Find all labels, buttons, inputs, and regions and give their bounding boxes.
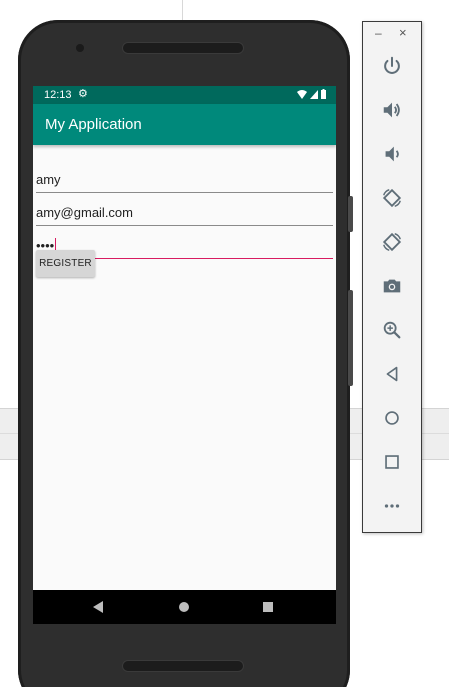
device-screen: 12:13 ⚙ My Application amy amy@gmail.com… [33,86,336,624]
email-field-value: amy@gmail.com [36,205,133,220]
signal-icon [310,89,318,99]
name-field-value: amy [36,172,61,187]
volume-hardware-button[interactable] [348,196,353,232]
toolbar-titlebar: – × [363,22,421,46]
status-time: 12:13 [44,89,72,101]
navigation-bar [33,590,336,624]
wifi-icon [297,89,307,99]
screenshot-root: 12:13 ⚙ My Application amy amy@gmail.com… [0,0,449,687]
zoom-icon[interactable] [377,315,407,345]
nav-home-icon[interactable] [179,602,189,612]
bottom-speaker [122,660,244,672]
nav-recents-icon[interactable] [263,602,273,612]
camera-icon[interactable] [377,271,407,301]
close-button[interactable]: × [399,25,407,40]
email-field[interactable]: amy@gmail.com [36,198,333,226]
rotate-right-icon[interactable] [377,227,407,257]
nav-back-icon[interactable] [93,601,103,613]
battery-icon [321,89,326,99]
earpiece-speaker [122,42,244,54]
more-icon[interactable] [377,491,407,521]
emulator-toolbar: – × [362,21,422,533]
power-icon[interactable] [377,51,407,81]
status-bar: 12:13 ⚙ [33,86,336,104]
minimize-button[interactable]: – [375,26,382,40]
overview-icon[interactable] [377,447,407,477]
volume-up-icon[interactable] [377,95,407,125]
register-button[interactable]: REGISTER [36,250,95,277]
power-hardware-button[interactable] [348,290,353,386]
front-camera [76,44,84,52]
rotate-left-icon[interactable] [377,183,407,213]
name-field[interactable]: amy [36,165,333,193]
app-bar: My Application [33,104,336,145]
emulator-phone-frame: 12:13 ⚙ My Application amy amy@gmail.com… [18,20,353,687]
ide-divider [182,0,183,20]
volume-down-icon[interactable] [377,139,407,169]
app-title: My Application [45,116,142,133]
home-icon[interactable] [377,403,407,433]
status-indicators [297,89,326,99]
settings-notification-icon: ⚙ [78,88,88,100]
back-icon[interactable] [377,359,407,389]
